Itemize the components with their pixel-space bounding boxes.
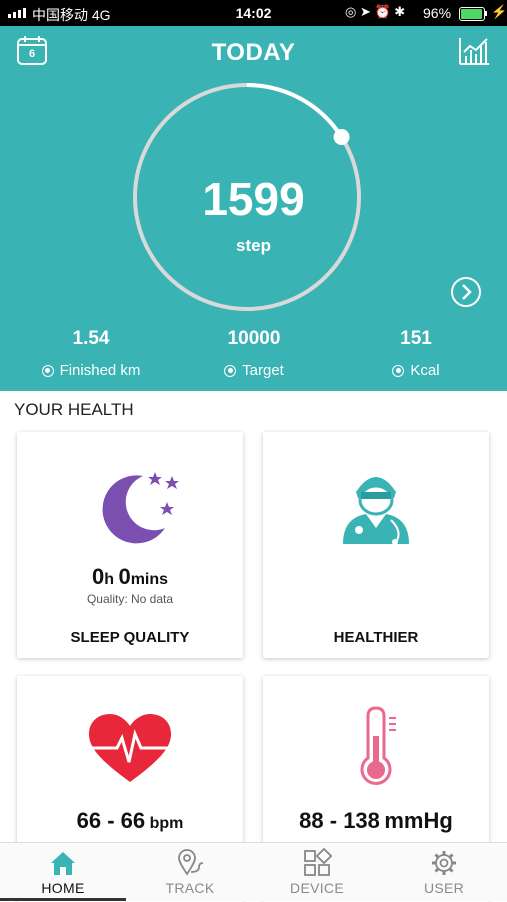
heart-rate-icon <box>81 714 179 782</box>
doctor-icon <box>343 477 409 545</box>
calories-label: Kcal <box>410 362 440 379</box>
bottom-tab-bar: HOME TRACK DEVICE USER <box>0 842 507 901</box>
blood-pressure-value: 88 - 138 mmHg <box>299 808 453 833</box>
radio-dot-icon <box>392 364 405 377</box>
distance-stat: 1.54 Finished km <box>11 328 171 379</box>
tab-label: TRACK <box>165 880 215 896</box>
calories-value: 151 <box>400 328 432 349</box>
radio-dot-icon <box>41 364 54 377</box>
tab-label: DEVICE <box>290 880 344 896</box>
healthier-title: HEALTHIER <box>333 629 419 646</box>
step-progress-knob <box>333 128 350 145</box>
moon-stars-icon <box>102 472 179 544</box>
tab-label: USER <box>423 880 465 896</box>
page-title: TODAY <box>211 39 296 66</box>
target-stat: 10000 Target <box>174 328 334 379</box>
gear-icon <box>432 851 456 875</box>
battery-icon <box>459 7 485 21</box>
step-unit: step <box>236 236 271 255</box>
track-icon <box>178 849 204 876</box>
tab-track[interactable]: TRACK <box>127 843 253 901</box>
device-icon <box>304 848 332 876</box>
distance-value: 1.54 <box>72 328 110 349</box>
tab-label: HOME <box>41 880 85 896</box>
tab-user[interactable]: USER <box>381 843 507 901</box>
home-icon <box>51 852 75 875</box>
status-bar: 中国移动 4G 14:02 ◎ ➤ ⏰ ✱ 96% ⚡ <box>0 0 507 26</box>
distance-label: Finished km <box>59 362 141 379</box>
chevron-right-icon <box>451 277 481 307</box>
tab-home[interactable]: HOME <box>0 843 126 901</box>
radio-dot-icon <box>224 364 237 377</box>
sleep-duration: 0h 0mins <box>91 564 169 589</box>
calories-stat: 151 Kcal <box>336 328 496 379</box>
status-icons: ◎ ➤ ⏰ ✱ <box>345 4 406 19</box>
statistics-button[interactable] <box>458 36 490 66</box>
target-label: Target <box>242 362 284 379</box>
sleep-quality-text: Quality: No data <box>86 592 174 606</box>
next-day-button[interactable] <box>450 276 482 308</box>
sleep-quality-title: SLEEP QUALITY <box>70 629 190 646</box>
tab-device[interactable]: DEVICE <box>254 843 380 901</box>
target-value: 10000 <box>227 328 281 349</box>
sleep-quality-card[interactable]: 0h 0mins Quality: No data SLEEP QUALITY <box>17 432 243 658</box>
thermometer-icon <box>360 706 396 785</box>
section-title: YOUR HEALTH <box>14 400 134 419</box>
charging-icon: ⚡ <box>491 4 507 19</box>
battery-percent: 96% <box>423 5 452 21</box>
bar-chart-icon <box>459 38 489 65</box>
healthier-card[interactable]: HEALTHIER <box>263 432 489 658</box>
step-count: 1599 <box>202 173 305 225</box>
heart-rate-value: 66 - 66 bpm <box>76 808 184 833</box>
today-header: 6 TODAY 1599 step 1.54 Finished km 10000 <box>0 26 507 391</box>
